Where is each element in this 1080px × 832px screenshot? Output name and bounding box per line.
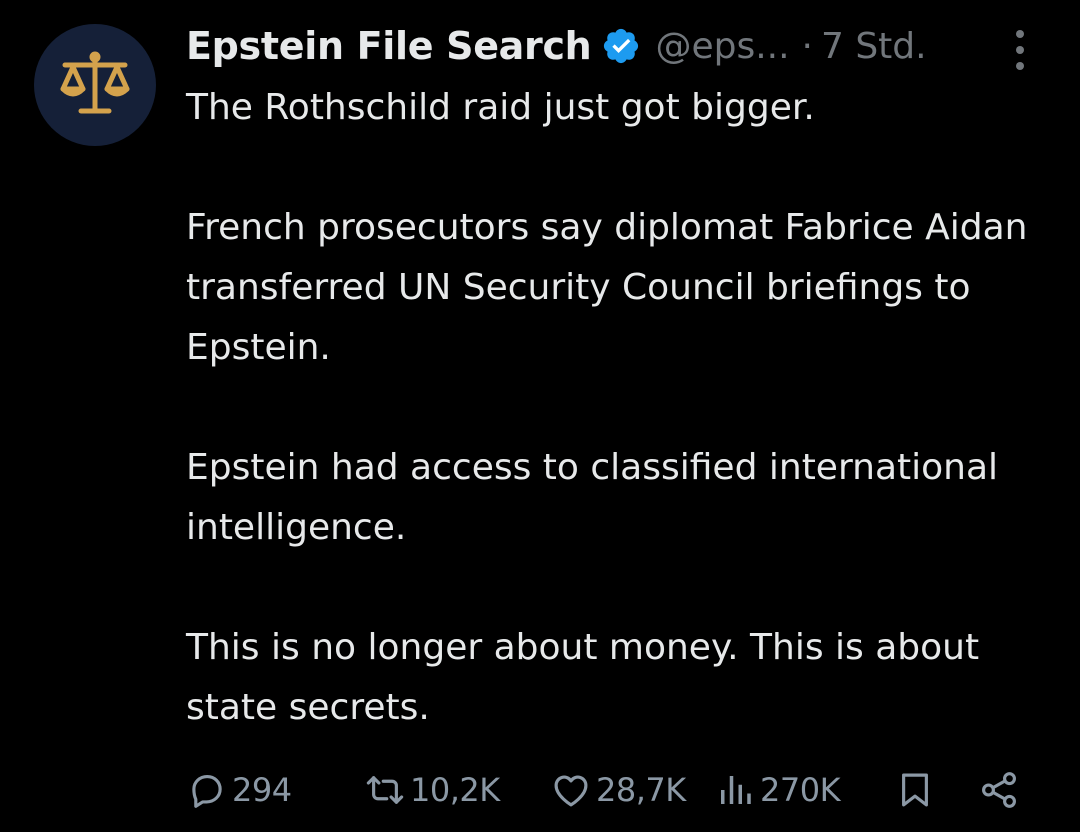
repost-icon [366, 776, 404, 804]
reply-icon [192, 774, 222, 808]
tweet-paragraph: Epstein had access to classified interna… [186, 447, 999, 548]
scales-of-justice-icon [60, 51, 130, 114]
tweet-header: Epstein File Search @eps... · 7 Std. [186, 20, 1046, 72]
repost-button[interactable]: 10,2K [364, 762, 500, 818]
author-display-name[interactable]: Epstein File Search [186, 24, 592, 68]
verified-badge-icon [604, 28, 639, 64]
like-count: 28,7K [596, 771, 686, 809]
tweet-paragraph: This is no longer about money. This is a… [186, 627, 980, 728]
header-separator: · [801, 25, 813, 67]
share-button[interactable] [978, 762, 1020, 818]
bookmark-button[interactable] [894, 762, 936, 818]
share-icon [982, 772, 1016, 808]
like-button[interactable]: 28,7K [550, 762, 686, 818]
views-count: 270K [760, 771, 841, 809]
more-options-icon[interactable] [1010, 30, 1030, 70]
avatar[interactable] [34, 24, 156, 146]
tweet-timestamp[interactable]: 7 Std. [821, 26, 927, 67]
repost-count: 10,2K [410, 771, 500, 809]
author-handle[interactable]: @eps... [655, 26, 789, 67]
tweet-text: The Rothschild raid just got bigger. Fre… [186, 78, 1046, 738]
bookmark-icon [902, 773, 928, 807]
tweet-paragraph: French prosecutors say diplomat Fabrice … [186, 207, 1028, 368]
reply-button[interactable]: 294 [186, 762, 292, 818]
tweet[interactable]: Epstein File Search @eps... · 7 Std. The… [0, 0, 1080, 832]
tweet-actions: 294 10,2K 28,7K 270K [186, 762, 1036, 818]
tweet-paragraph: The Rothschild raid just got bigger. [186, 87, 815, 128]
heart-icon [554, 775, 588, 807]
views-button[interactable]: 270K [714, 762, 841, 818]
views-icon [721, 776, 751, 804]
reply-count: 294 [232, 771, 292, 809]
